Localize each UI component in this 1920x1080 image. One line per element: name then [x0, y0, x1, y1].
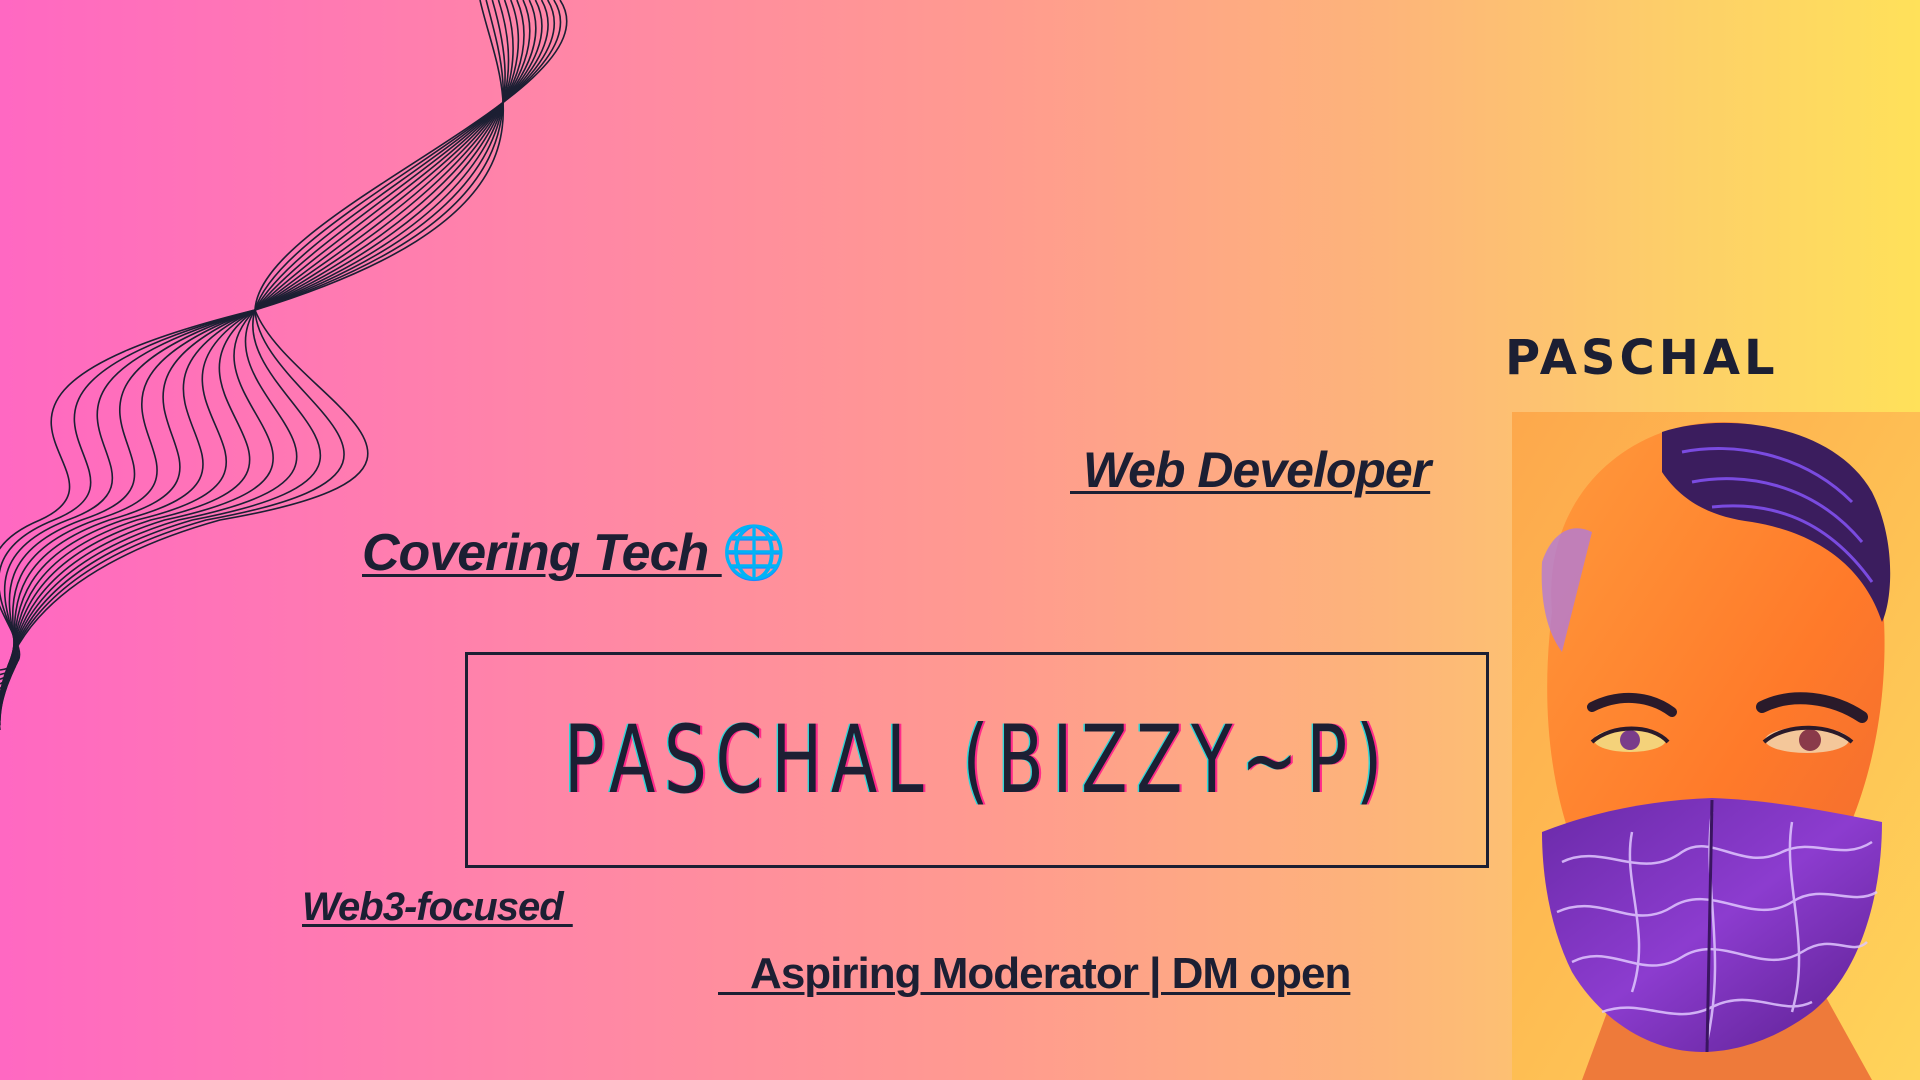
banner-title: PASCHAL (BIZZY~P): [563, 705, 1391, 815]
portrait-image: [1512, 412, 1920, 1080]
web-developer-text: Web Developer: [1070, 442, 1431, 498]
globe-icon: 🌐: [721, 524, 787, 582]
covering-tech-line: Covering Tech 🌐: [362, 522, 787, 583]
line-wave-decoration: [0, 0, 568, 730]
name-label: PASCHAL: [1505, 330, 1779, 386]
aspiring-moderator-text: Aspiring Moderator | DM open: [718, 949, 1351, 998]
web3-focused-text: Web3-focused: [302, 885, 573, 929]
covering-tech-text: Covering Tech: [362, 524, 722, 582]
name-banner: PASCHAL (BIZZY~P): [465, 652, 1489, 868]
